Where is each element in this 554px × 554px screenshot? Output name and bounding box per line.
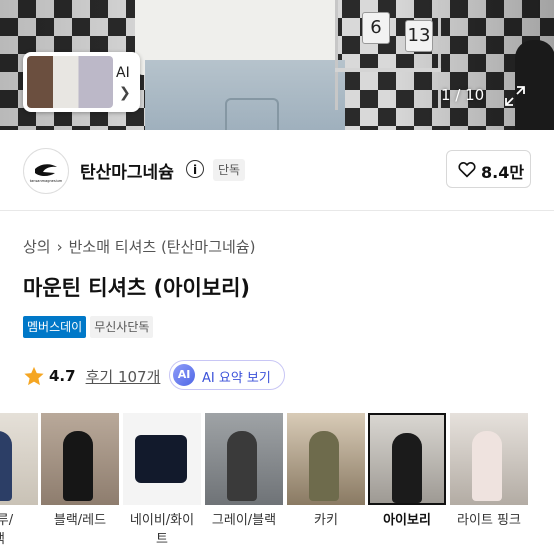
ai-sparkle-icon: AI: [173, 364, 195, 386]
members-day-badge: 멤버스데이: [23, 316, 87, 338]
brand-name[interactable]: 탄산마그네슘: [80, 158, 174, 183]
brand-logo[interactable]: tansanmagnesium: [23, 148, 69, 194]
rating-score: 4.7: [49, 367, 76, 385]
brand-logo-mark: tansanmagnesium: [30, 164, 63, 183]
product-badges: 멤버스데이 무신사단독: [23, 316, 154, 338]
color-swatch-blue-black[interactable]: [0, 413, 38, 505]
swatch-label-ivory: 아이보리: [383, 513, 431, 528]
swatch-label-blue-black: 블루/ 랙: [0, 513, 14, 547]
chevron-right-icon: ❯: [119, 85, 131, 101]
product-image-gallery[interactable]: 6 13 AI ❯ 1 / 10: [0, 0, 554, 130]
ai-summary-label: AI 요약 보기: [202, 371, 271, 386]
color-swatch-gray-black[interactable]: [205, 413, 283, 505]
color-swatch-black-red[interactable]: [41, 413, 119, 505]
breadcrumb-item-subcategory[interactable]: 반소매 티셔츠 (탄산마그네슘): [69, 238, 256, 256]
ai-summary-button[interactable]: AI AI 요약 보기: [169, 360, 285, 390]
heart-icon: [458, 162, 476, 178]
color-swatch-list: 블루/ 랙 블랙/레드 네이비/화이 트 그레이/블랙 카키 아이보리 라이트 …: [0, 413, 554, 554]
thumbnail-ai-label: AI: [116, 65, 130, 81]
review-count-link[interactable]: 후기 107개: [86, 366, 161, 387]
info-icon[interactable]: i: [186, 160, 204, 178]
ai-thumbnail-card[interactable]: AI ❯: [23, 52, 140, 112]
flip-clock-minute: 13: [405, 20, 433, 52]
like-button[interactable]: 8.4만: [446, 150, 531, 188]
swatch-label-gray-black: 그레이/블랙: [211, 513, 277, 528]
gallery-counter: 1 / 10: [441, 86, 485, 104]
gallery-photo-pocket: [225, 98, 279, 130]
rating-row: 4.7 후기 107개: [23, 365, 160, 387]
musinsa-exclusive-badge: 무신사단독: [90, 316, 154, 338]
breadcrumb-separator-icon: ›: [56, 238, 63, 256]
expand-icon[interactable]: [504, 85, 526, 107]
swatch-label-khaki: 카키: [314, 513, 338, 528]
brand-row: tansanmagnesium 탄산마그네슘 i 단독 8.4만: [0, 130, 554, 211]
breadcrumb-item-category[interactable]: 상의: [23, 238, 51, 256]
product-title: 마운틴 티셔츠 (아이보리): [23, 276, 251, 300]
swatch-label-black-red: 블랙/레드: [53, 513, 107, 528]
color-swatch-light-pink[interactable]: [450, 413, 528, 505]
exclusive-badge: 단독: [213, 159, 246, 181]
flip-clock-hour: 6: [362, 12, 390, 44]
star-icon: [24, 366, 44, 386]
color-swatch-ivory[interactable]: [368, 413, 446, 505]
swatch-label-navy-white: 네이비/화이 트: [129, 513, 195, 547]
swatch-label-light-pink: 라이트 핑크: [457, 513, 521, 528]
brand-logo-text: tansanmagnesium: [30, 179, 63, 183]
color-swatch-khaki[interactable]: [287, 413, 365, 505]
breadcrumb: 상의 › 반소매 티셔츠 (탄산마그네슘): [23, 236, 261, 257]
like-count: 8.4만: [481, 163, 525, 182]
thumbnail-photo: [27, 56, 113, 108]
color-swatch-navy-white[interactable]: [123, 413, 201, 505]
